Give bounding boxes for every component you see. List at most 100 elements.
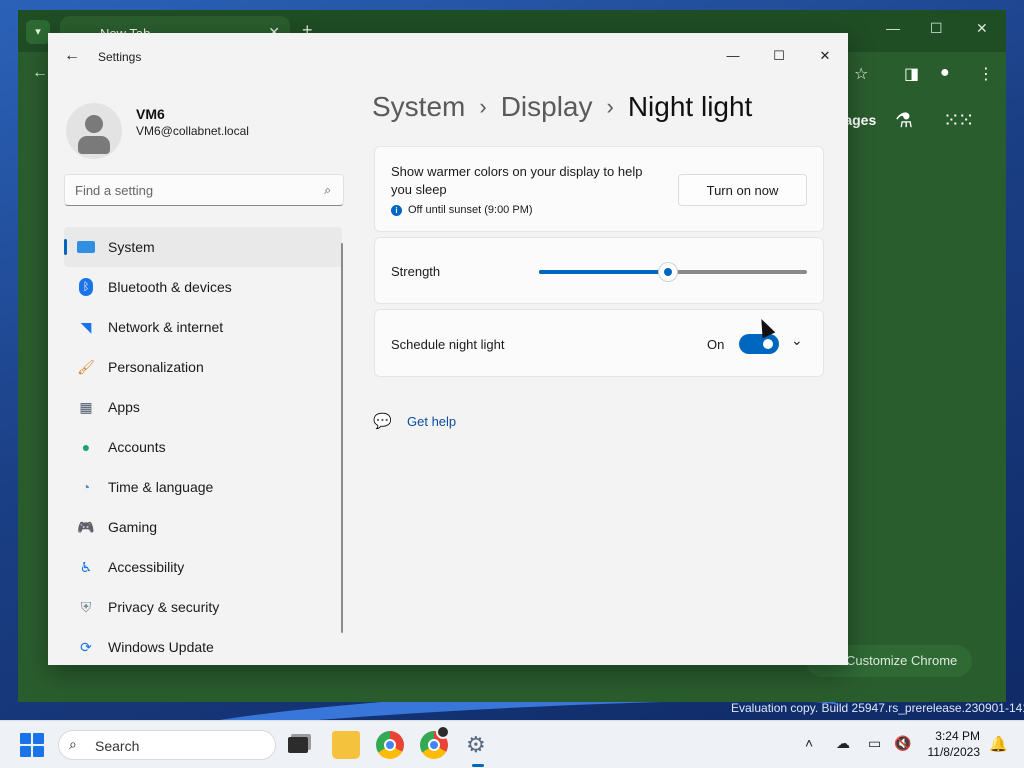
sidebar-item-label: Accessibility — [108, 559, 185, 575]
sidebar-item-privacy[interactable]: ⛨ Privacy & security — [64, 587, 342, 627]
search-box[interactable]: ⌕ — [64, 174, 344, 206]
toggle-state-label: On — [707, 337, 725, 352]
clock-date: 11/8/2023 — [927, 745, 981, 759]
sidebar-item-network[interactable]: ◥ Network & internet — [64, 307, 342, 347]
avatar-head-shape — [85, 115, 103, 133]
profile-icon[interactable]: ● — [940, 64, 950, 82]
side-panel-icon[interactable]: ◨ — [904, 64, 919, 84]
minimize-icon[interactable]: — — [886, 20, 900, 36]
sidebar-item-label: Gaming — [108, 519, 158, 535]
sidebar-item-apps[interactable]: ▦ Apps — [64, 387, 342, 427]
strength-label: Strength — [391, 264, 441, 279]
user-email: VM6@collabnet.local — [136, 124, 249, 138]
close-icon[interactable]: ✕ — [810, 41, 840, 71]
turn-on-now-button[interactable]: Turn on now — [678, 174, 807, 206]
tab-search-icon[interactable]: ▾ — [26, 20, 50, 44]
search-input[interactable] — [75, 181, 305, 199]
file-explorer-icon[interactable] — [332, 731, 360, 759]
task-view-icon[interactable] — [288, 737, 308, 753]
strength-card: Strength — [374, 237, 824, 304]
sidebar-scrollbar[interactable] — [341, 243, 343, 633]
more-menu-icon[interactable]: ⋮ — [978, 64, 994, 84]
breadcrumb-system[interactable]: System — [372, 91, 465, 123]
chevron-up-icon[interactable]: ˄ — [805, 735, 813, 751]
volume-muted-icon[interactable]: 🔇 — [894, 735, 911, 752]
shield-icon: ⛨ — [80, 598, 92, 615]
sidebar-item-system[interactable]: System — [64, 227, 342, 267]
sidebar-item-time-language[interactable]: ◔ Time & language — [64, 467, 342, 507]
sidebar-item-bluetooth[interactable]: ᛒ Bluetooth & devices — [64, 267, 342, 307]
get-help-link[interactable]: Get help — [407, 414, 456, 429]
sidebar-item-gaming[interactable]: 🎮 Gaming — [64, 507, 342, 547]
customize-chrome-label: Customize Chrome — [846, 653, 958, 668]
sidebar-item-label: Windows Update — [108, 639, 214, 655]
night-light-description: Show warmer colors on your display to he… — [391, 164, 643, 197]
sidebar-item-label: Accounts — [108, 439, 166, 455]
breadcrumb-display[interactable]: Display — [501, 91, 593, 123]
avatar-body-shape — [78, 136, 110, 154]
bluetooth-icon: ᛒ — [76, 277, 96, 297]
wifi-icon: ◥ — [80, 318, 92, 335]
cloud-sync-icon[interactable]: ☁ — [836, 735, 850, 752]
chevron-right-icon: › — [606, 94, 614, 119]
sidebar-nav: System ᛒ Bluetooth & devices ◥ Network &… — [64, 227, 342, 665]
profile-badge-icon — [436, 725, 450, 739]
night-light-status-card: Show warmer colors on your display to he… — [374, 146, 824, 232]
gear-icon: ⚙ — [466, 732, 486, 757]
settings-window: ← Settings — ☐ ✕ VM6 VM6@collabnet.local… — [48, 33, 848, 665]
sidebar-item-accessibility[interactable]: ♿ Accessibility — [64, 547, 342, 587]
chrome-icon[interactable] — [376, 731, 404, 759]
user-name: VM6 — [136, 106, 165, 122]
sidebar-item-windows-update[interactable]: ⟳ Windows Update — [64, 627, 342, 665]
monitor-icon — [76, 237, 96, 257]
schedule-toggle[interactable] — [739, 334, 779, 354]
status-text: Off until sunset (9:00 PM) — [408, 204, 533, 216]
notification-bell-icon[interactable]: 🔔 — [989, 735, 1008, 753]
page-title: Night light — [627, 91, 753, 122]
sidebar-item-accounts[interactable]: ● Accounts — [64, 427, 342, 467]
strength-slider[interactable] — [539, 263, 807, 281]
brush-icon: 🖌 — [77, 358, 95, 375]
chevron-down-icon[interactable]: ⌄ — [791, 332, 803, 349]
chrome-profile-icon[interactable] — [420, 725, 450, 759]
person-icon: ● — [81, 439, 91, 455]
title-bar: ← Settings — ☐ ✕ — [48, 33, 848, 81]
apps-icon: ▦ — [79, 398, 93, 415]
windows-start-icon[interactable] — [20, 733, 44, 757]
chrome-center-shape — [384, 739, 396, 751]
update-icon: ⟳ — [80, 638, 92, 655]
maximize-icon[interactable]: ☐ — [764, 41, 794, 71]
avatar[interactable] — [66, 103, 122, 159]
sidebar-item-personalization[interactable]: 🖌 Personalization — [64, 347, 342, 387]
search-icon[interactable]: ⌕ — [324, 183, 331, 198]
breadcrumb: System › Display › Night light — [372, 91, 752, 123]
star-icon[interactable]: ☆ — [854, 64, 868, 84]
minimize-icon[interactable]: — — [718, 41, 748, 71]
clock-time: 3:24 PM — [935, 729, 980, 743]
back-arrow-icon[interactable]: ← — [32, 64, 48, 82]
taskbar-search-label: Search — [95, 738, 140, 754]
back-arrow-icon[interactable]: ← — [64, 47, 80, 65]
info-icon: i — [391, 204, 402, 216]
system-clock[interactable]: 3:24 PM 11/8/2023 — [918, 728, 981, 760]
settings-app-icon[interactable]: ⚙ — [464, 731, 492, 767]
slider-thumb[interactable] — [658, 263, 677, 281]
window-title: Settings — [98, 50, 142, 64]
globe-clock-icon: ◔ — [81, 479, 91, 495]
sidebar-item-label: System — [108, 239, 155, 255]
schedule-card[interactable]: Schedule night light On ⌄ — [374, 309, 824, 377]
gamepad-icon: 🎮 — [77, 518, 95, 535]
night-light-status: i Off until sunset (9:00 PM) — [391, 204, 533, 216]
search-icon: ⌕ — [69, 736, 77, 752]
taskbar-search[interactable]: ⌕ Search — [58, 730, 276, 760]
display-icon[interactable]: ▭ — [868, 735, 881, 752]
maximize-icon[interactable]: ☐ — [930, 20, 943, 37]
sidebar-item-label: Bluetooth & devices — [108, 279, 232, 295]
sidebar-item-label: Time & language — [108, 479, 214, 495]
labs-flask-icon[interactable]: ⚗ — [895, 108, 913, 133]
google-apps-icon[interactable]: ⁙⁙ — [943, 108, 974, 133]
evaluation-watermark: Evaluation copy. Build 25947.rs_prerelea… — [731, 701, 1024, 715]
close-window-icon[interactable]: ✕ — [976, 20, 988, 37]
sidebar-item-label: Apps — [108, 399, 140, 415]
taskbar: ⌕ Search ⚙ ˄ ☁ ▭ 🔇 3:24 PM 11/8/2023 🔔 — [0, 720, 1024, 768]
